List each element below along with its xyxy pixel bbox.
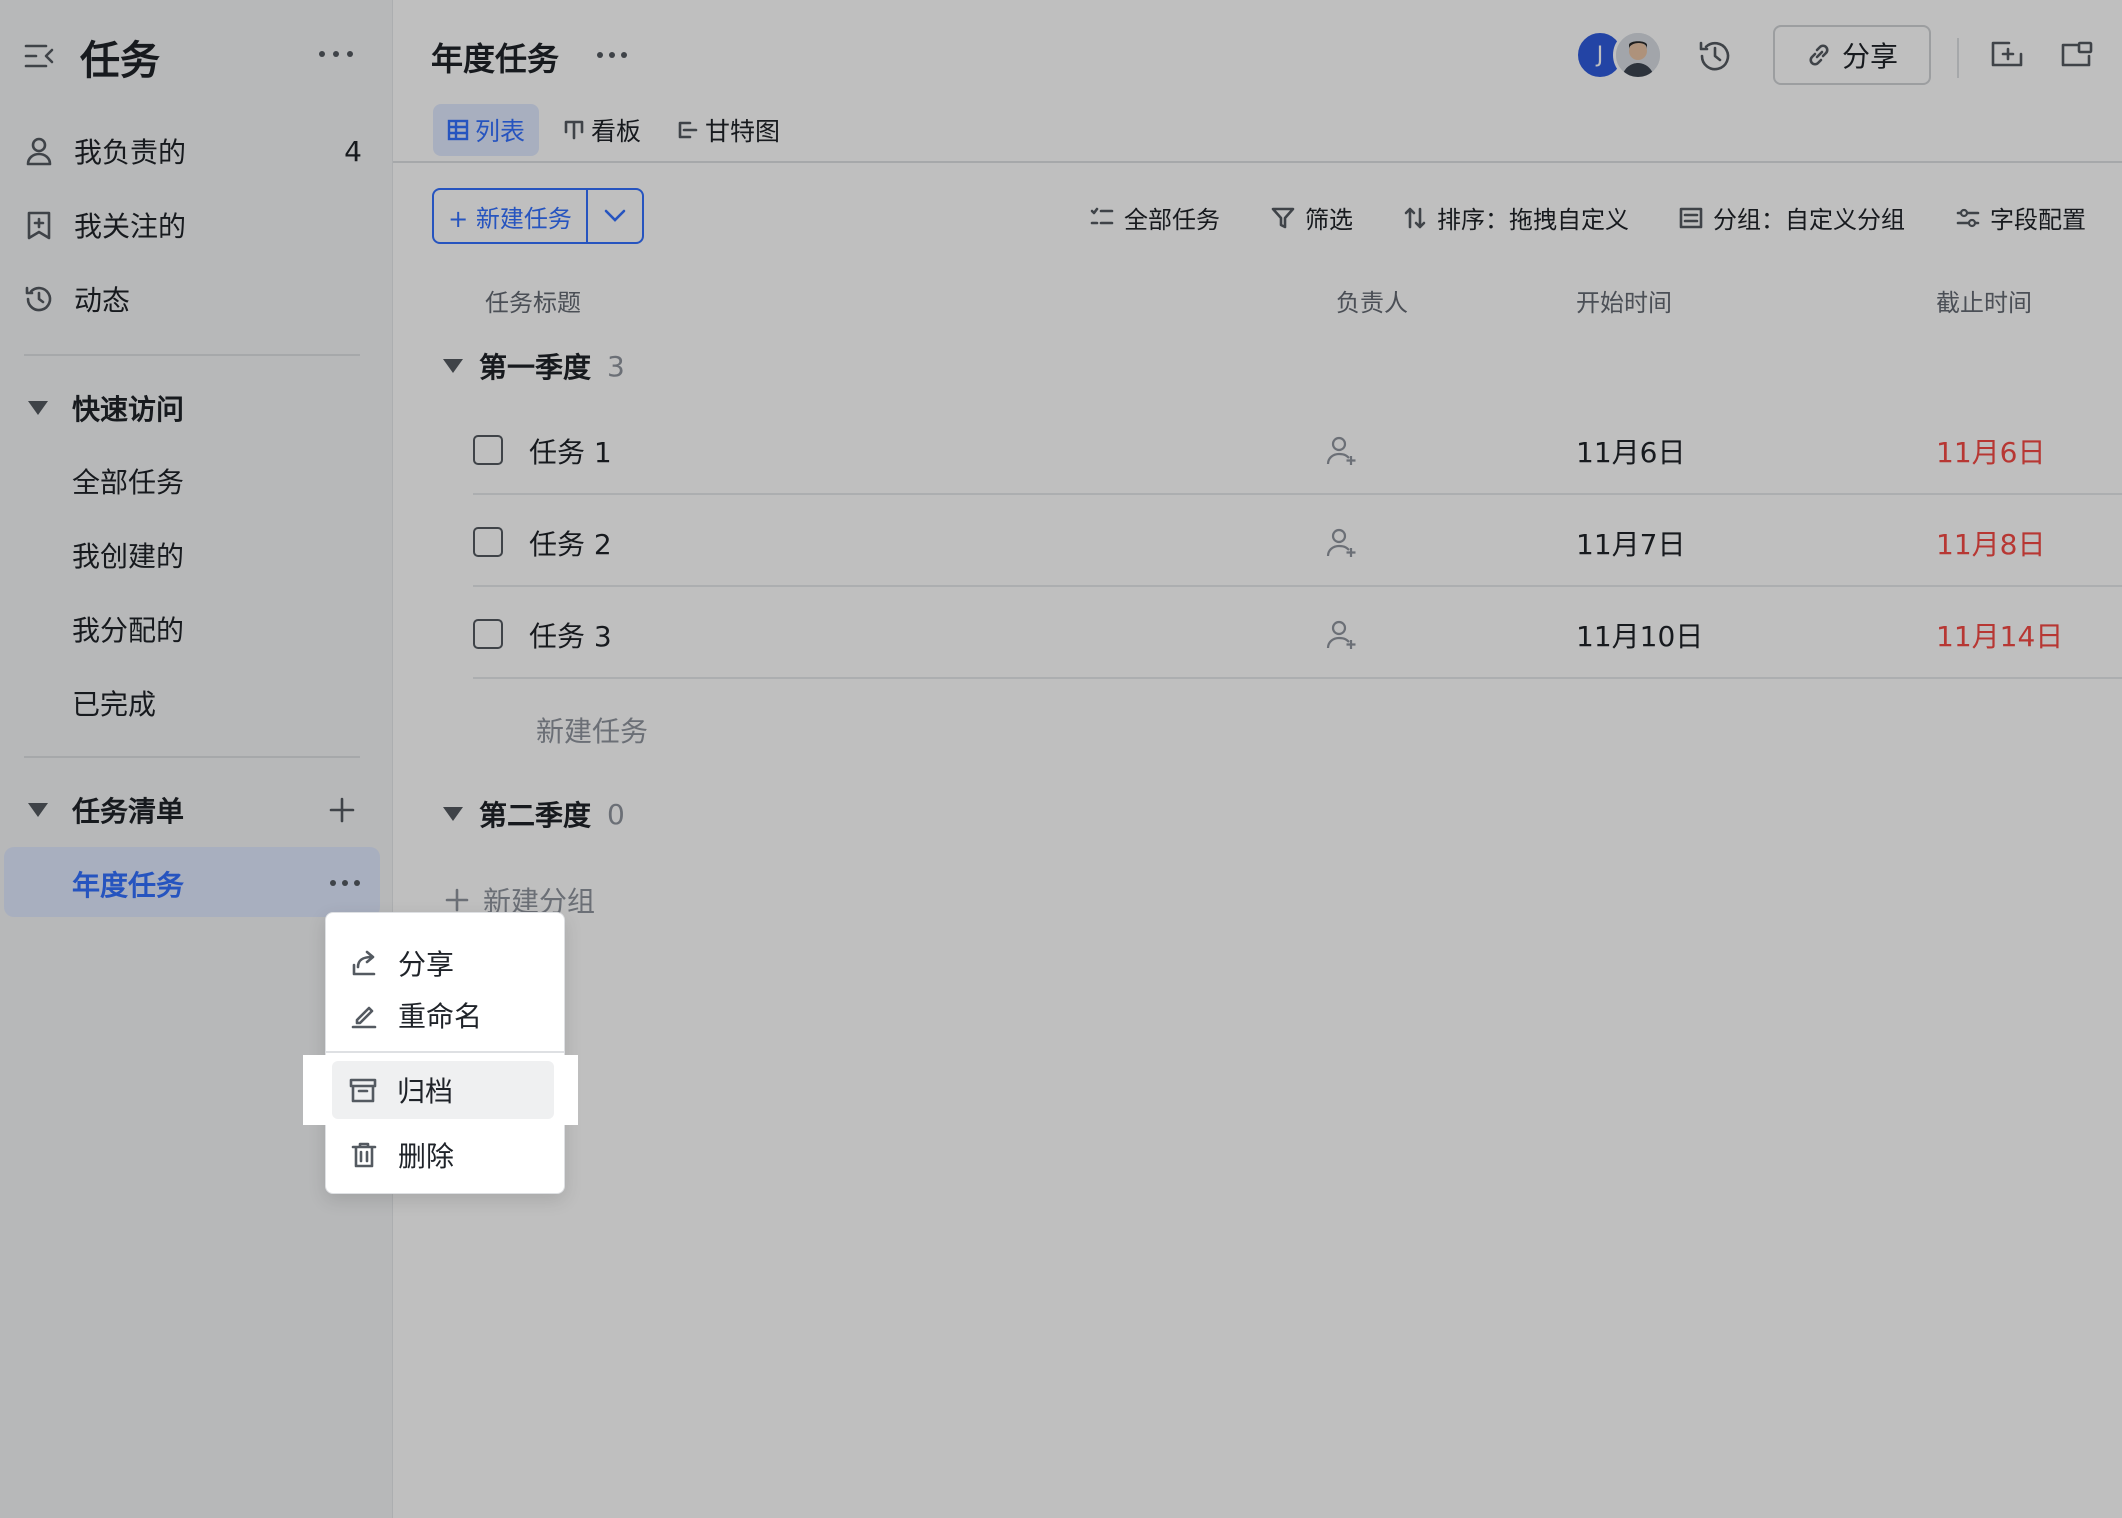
menu-item-label: 分享 [398,948,455,981]
menu-item-rename[interactable]: 重命名 [326,987,564,1043]
menu-item-delete[interactable]: 删除 [326,1127,564,1183]
menu-item-share[interactable]: 分享 [326,935,564,991]
context-menu: 分享 重命名 删除 [325,912,565,1194]
share-icon [326,949,398,977]
archive-icon [332,1076,397,1104]
trash-icon [326,1141,398,1169]
modal-overlay[interactable] [0,0,2122,1518]
menu-divider [326,1051,564,1053]
menu-item-archive[interactable]: 归档 [332,1061,554,1119]
pencil-icon [326,1001,398,1029]
menu-item-label: 删除 [398,1140,455,1173]
menu-item-label: 重命名 [398,1000,483,1033]
menu-item-label: 归档 [397,1075,454,1108]
